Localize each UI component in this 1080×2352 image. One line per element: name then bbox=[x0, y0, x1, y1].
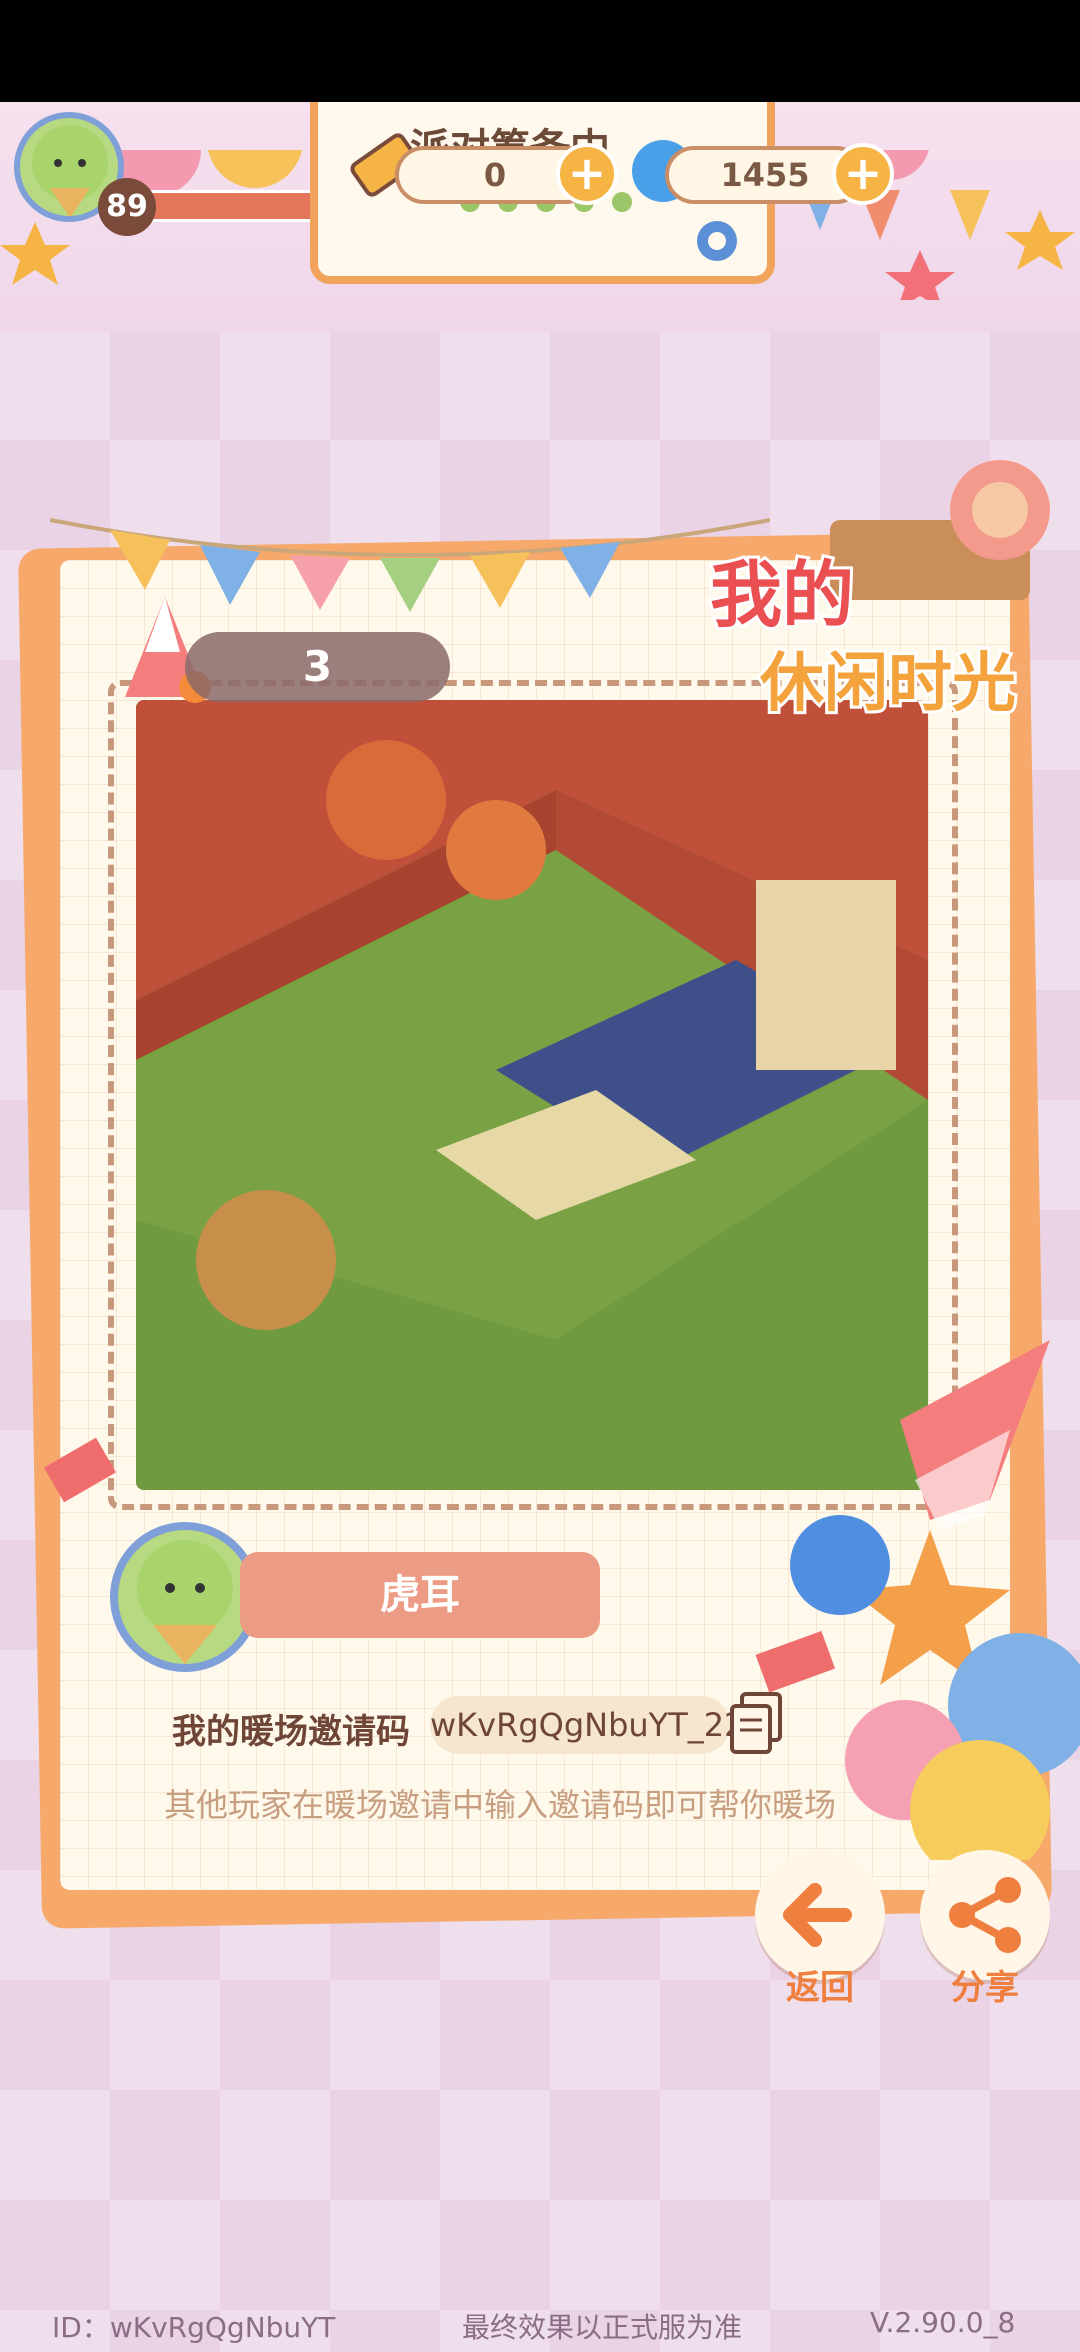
add-coins-button[interactable]: + bbox=[832, 143, 894, 205]
level-badge: 89 bbox=[98, 178, 156, 236]
invite-code-value: wKvRgQgNbuYT_22 bbox=[430, 1696, 744, 1754]
decoration-count: 3 bbox=[185, 632, 450, 702]
invite-hint: 其他玩家在暖场邀请中输入邀请码即可帮你暖场 bbox=[163, 1786, 836, 1824]
settings-gear-icon[interactable] bbox=[690, 214, 744, 268]
back-label[interactable]: 返回 bbox=[750, 1960, 890, 2009]
copy-icon[interactable] bbox=[728, 1690, 786, 1758]
footer-user-id: ID：wKvRgQgNbuYT bbox=[52, 2311, 336, 2344]
footer: ID：wKvRgQgNbuYT 最终效果以正式服为准 V.2.90.0_8 bbox=[0, 2306, 1080, 2346]
logo-line2: 休闲时光 bbox=[759, 647, 1016, 721]
footer-version: V.2.90.0_8 bbox=[870, 2306, 1016, 2339]
player-name: 虎耳 bbox=[240, 1552, 600, 1638]
status-bar bbox=[0, 0, 1080, 102]
share-label[interactable]: 分享 bbox=[915, 1960, 1055, 2009]
add-tickets-button[interactable]: + bbox=[556, 143, 618, 205]
game-logo: 我的 休闲时光 bbox=[707, 460, 1050, 724]
invite-code-label: 我的暖场邀请码 bbox=[172, 1712, 410, 1752]
logo-line1: 我的 bbox=[710, 553, 854, 637]
footer-disclaimer: 最终效果以正式服为准 bbox=[462, 2311, 743, 2344]
user-avatar bbox=[110, 1522, 260, 1672]
